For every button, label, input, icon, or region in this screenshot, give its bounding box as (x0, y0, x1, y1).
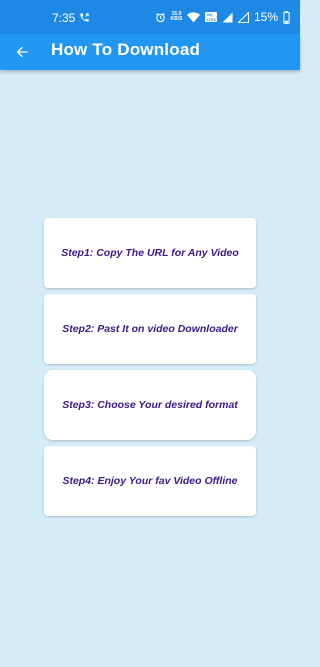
arrow-back-icon (16, 46, 28, 58)
network-speed: 15.0 KB/S (171, 12, 183, 22)
signal-icon (222, 11, 233, 23)
steps-list: Step1: Copy The URL for Any Video Step2:… (44, 218, 256, 522)
battery-icon (283, 10, 290, 24)
alarm-icon (155, 12, 165, 22)
wifi-icon (187, 11, 201, 22)
volte-badge-line2: LTE1 (205, 17, 217, 22)
step-label: Step4: Enjoy Your fav Video Offline (62, 475, 238, 487)
call-icon (80, 13, 89, 22)
status-bar: 7:35 15.0 KB/S Vo) LTE1 15% (0, 0, 300, 34)
step-label: Step2: Past It on video Downloader (62, 323, 238, 335)
step-label: Step1: Copy The URL for Any Video (61, 247, 239, 259)
battery-percent: 15% (253, 10, 278, 24)
step-card-1[interactable]: Step1: Copy The URL for Any Video (44, 218, 256, 288)
status-icons: 15.0 KB/S Vo) LTE1 15% (155, 8, 290, 26)
status-time: 7:35 (52, 11, 76, 25)
back-button[interactable] (8, 38, 36, 66)
step-card-2[interactable]: Step2: Past It on video Downloader (44, 294, 256, 364)
app-bar: How To Download (0, 34, 300, 70)
speed-unit: KB/S (170, 16, 183, 22)
volte-badge: Vo) LTE1 (205, 12, 217, 22)
step-card-3[interactable]: Step3: Choose Your desired format (44, 370, 256, 440)
step-label: Step3: Choose Your desired format (62, 399, 238, 411)
signal-icon-2 (237, 11, 249, 23)
step-card-4[interactable]: Step4: Enjoy Your fav Video Offline (44, 446, 256, 516)
page-title: How To Download (51, 40, 201, 59)
